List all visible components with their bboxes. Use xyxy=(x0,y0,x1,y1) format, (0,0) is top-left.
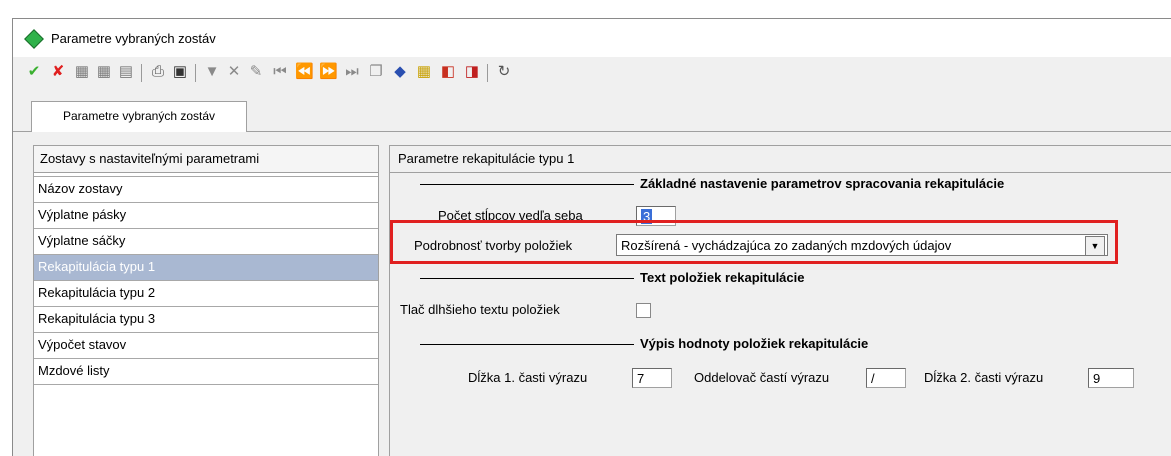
prev-record-icon[interactable]: ⏪ xyxy=(295,63,314,81)
list-item[interactable]: Výpočet stavov xyxy=(34,333,378,359)
next-record-icon[interactable]: ⏩ xyxy=(319,63,338,81)
long-text-label: Tlač dlhšieho textu položiek xyxy=(400,302,560,317)
book-icon[interactable]: ◆ xyxy=(391,63,409,81)
list-item-selected[interactable]: Rekapitulácia typu 1 xyxy=(34,255,378,281)
preview-icon[interactable]: ▣ xyxy=(171,63,189,81)
section-basic-settings: Základné nastavenie parametrov spracovan… xyxy=(420,176,1004,191)
print-icon[interactable]: ⎙ xyxy=(149,63,167,81)
first-record-icon[interactable]: ⏮ xyxy=(271,63,289,81)
cancel-icon[interactable]: ✘ xyxy=(49,63,67,81)
app-window: Parametre vybraných zostáv ✔ ✘ ▦ ▦ ▤ ⎙ ▣… xyxy=(12,18,1171,456)
list-item[interactable]: Rekapitulácia typu 3 xyxy=(34,307,378,333)
detail-label: Podrobnosť tvorby položiek xyxy=(414,238,573,253)
clear-filter-icon[interactable]: ✕ xyxy=(225,63,243,81)
section-item-values: Výpis hodnoty položiek rekapitulácie xyxy=(420,336,868,351)
copy-icon[interactable]: ❐ xyxy=(367,63,385,81)
calendar-icon[interactable]: ▦ xyxy=(415,63,433,81)
chevron-down-icon[interactable]: ▼ xyxy=(1085,236,1105,256)
layout-icon[interactable]: ◨ xyxy=(463,63,481,81)
report-list-panel: Zostavy s nastaviteľnými parametrami Náz… xyxy=(33,145,379,456)
list-item[interactable]: Výplatne pásky xyxy=(34,203,378,229)
last-record-icon[interactable]: ⏭ xyxy=(343,63,361,81)
list-item[interactable]: Rekapitulácia typu 2 xyxy=(34,281,378,307)
len1-label: Dĺžka 1. časti výrazu xyxy=(468,370,588,385)
export-icon[interactable]: ◧ xyxy=(439,63,457,81)
len2-field[interactable]: 9 xyxy=(1088,368,1134,388)
list-item[interactable]: Výplatne sáčky xyxy=(34,229,378,255)
len2-label: Dĺžka 2. časti výrazu xyxy=(924,370,1044,385)
table-icon[interactable]: ▤ xyxy=(117,63,135,81)
confirm-icon[interactable]: ✔ xyxy=(25,63,43,81)
app-icon xyxy=(24,29,44,49)
list-item[interactable]: Mzdové listy xyxy=(34,359,378,385)
parameters-title: Parametre rekapitulácie typu 1 xyxy=(390,146,1171,173)
separator-label: Oddelovač častí výrazu xyxy=(694,370,830,385)
title-bar: Parametre vybraných zostáv xyxy=(13,19,1171,57)
grid-edit-icon[interactable]: ▦ xyxy=(95,63,113,81)
parameters-panel: Parametre rekapitulácie typu 1 Základné … xyxy=(389,145,1171,456)
window-title: Parametre vybraných zostáv xyxy=(51,31,216,46)
toolbar: ✔ ✘ ▦ ▦ ▤ ⎙ ▣ ▼ ✕ ✎ ⏮ ⏪ ⏩ ⏭ ❐ ◆ ▦ ◧ ◨ ↻ xyxy=(13,57,1171,89)
len1-field[interactable]: 7 xyxy=(632,368,672,388)
filter-icon[interactable]: ▼ xyxy=(203,63,221,81)
refresh-icon[interactable]: ↻ xyxy=(495,63,513,81)
section-item-text: Text položiek rekapitulácie xyxy=(420,270,804,285)
long-text-checkbox[interactable] xyxy=(636,303,651,318)
grid-icon[interactable]: ▦ xyxy=(73,63,91,81)
detail-select[interactable]: Rozšírená - vychádzajúca zo zadaných mzd… xyxy=(616,234,1108,256)
separator-field[interactable]: / xyxy=(866,368,906,388)
filter-edit-icon[interactable]: ✎ xyxy=(247,63,265,81)
tab-bar: Parametre vybraných zostáv xyxy=(13,89,1171,132)
report-list-title: Zostavy s nastaviteľnými parametrami xyxy=(34,146,378,173)
tab-parameters[interactable]: Parametre vybraných zostáv xyxy=(31,101,247,132)
list-item[interactable]: Názov zostavy xyxy=(34,176,378,203)
